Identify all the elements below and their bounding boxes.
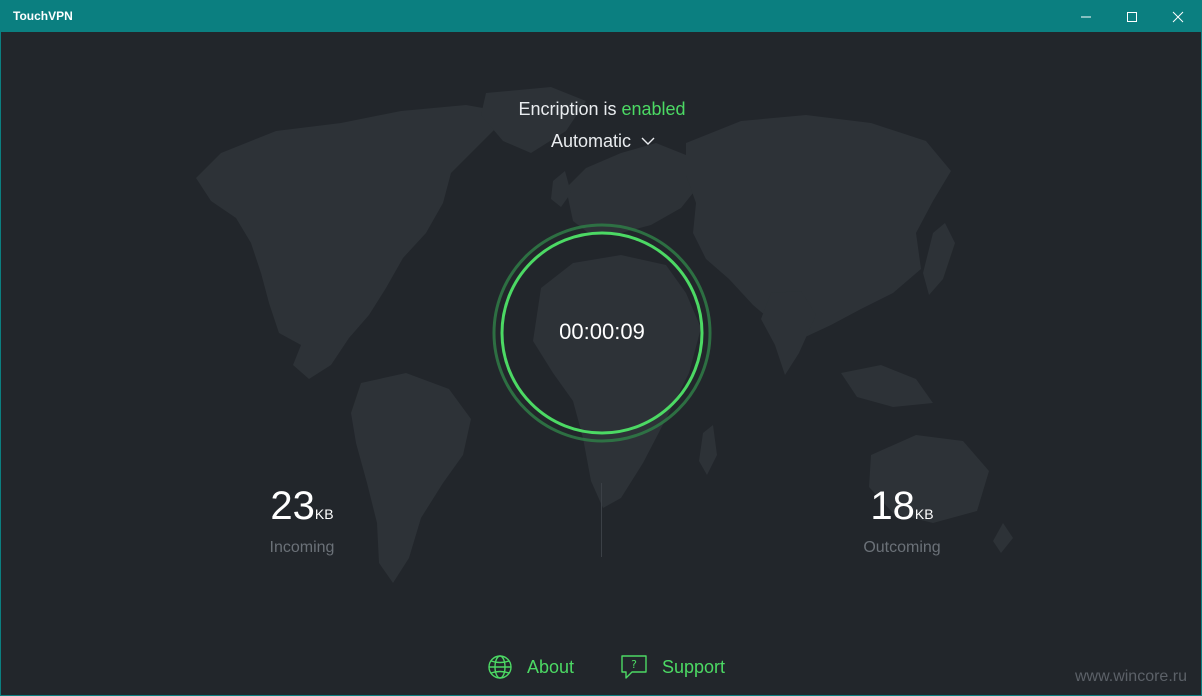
stats-divider — [601, 483, 602, 557]
help-chat-icon: ? — [621, 655, 647, 679]
globe-icon — [488, 655, 512, 679]
incoming-label: Incoming — [269, 539, 335, 556]
title-bar[interactable]: TouchVPN — [1, 1, 1201, 32]
watermark: www.wincore.ru — [1074, 668, 1187, 685]
app-window: TouchVPN Encription is enabled Automatic… — [0, 0, 1202, 696]
support-link[interactable]: ? Support — [620, 651, 725, 683]
map-japan — [923, 223, 955, 295]
about-label: About — [527, 656, 575, 677]
outgoing-stat: 18KB Outcoming — [822, 483, 982, 557]
encryption-status: Encription is enabled — [1, 99, 1202, 120]
outgoing-number: 18 — [870, 484, 915, 528]
encryption-status-value: enabled — [621, 99, 686, 119]
minimize-icon — [1081, 16, 1091, 17]
chevron-down-icon — [641, 137, 655, 145]
outgoing-value: 18KB — [822, 483, 982, 537]
close-button[interactable] — [1155, 1, 1201, 32]
maximize-button[interactable] — [1109, 1, 1155, 32]
protocol-dropdown[interactable]: Automatic — [542, 128, 664, 154]
svg-text:?: ? — [631, 658, 637, 671]
map-india — [761, 291, 816, 375]
encryption-prefix: Encription is — [518, 99, 622, 119]
incoming-number: 23 — [270, 484, 315, 528]
protocol-dropdown-label: Automatic — [550, 130, 632, 151]
incoming-unit: KB — [314, 506, 334, 522]
outgoing-label: Outcoming — [863, 539, 941, 556]
map-southeast-asia — [841, 365, 933, 407]
map-uk — [551, 171, 571, 207]
minimize-button[interactable] — [1063, 1, 1109, 32]
map-asia — [686, 115, 951, 339]
app-title: TouchVPN — [13, 9, 73, 23]
maximize-icon — [1127, 11, 1137, 22]
support-label: Support — [662, 656, 726, 677]
map-new-zealand — [993, 523, 1013, 553]
about-link[interactable]: About — [487, 651, 574, 683]
map-north-america — [196, 105, 511, 379]
incoming-stat: 23KB Incoming — [222, 483, 382, 557]
incoming-value: 23KB — [222, 483, 382, 537]
close-icon — [1172, 11, 1184, 22]
connection-timer: 00:00:09 — [559, 319, 645, 344]
outgoing-unit: KB — [914, 506, 934, 522]
